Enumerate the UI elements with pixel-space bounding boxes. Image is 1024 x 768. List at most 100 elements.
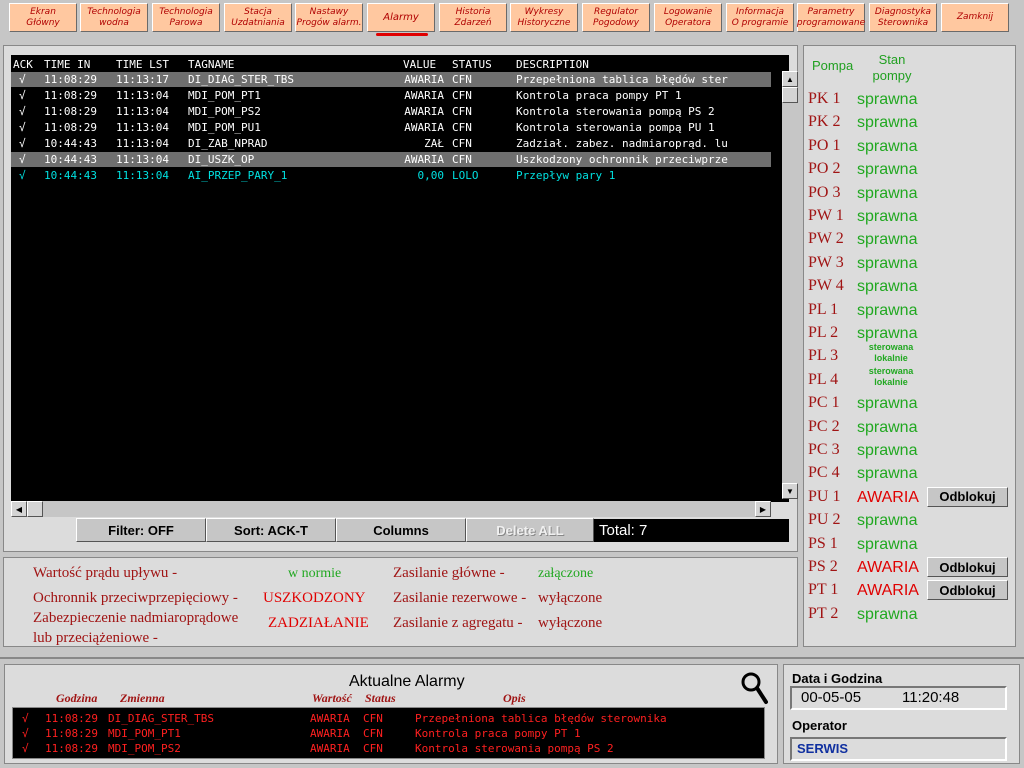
pump-name: PC 2: [808, 417, 840, 435]
nav-button-3[interactable]: Stacja Uzdatniania: [224, 3, 292, 32]
alarm-cell-description: Uszkodzony ochronnik przeciwprze: [516, 153, 728, 166]
unlock-button[interactable]: Odblokuj: [927, 557, 1008, 577]
nav-button-7[interactable]: Wykresy Historyczne: [510, 3, 578, 32]
nav-button-4[interactable]: Nastawy Progów alarm.: [295, 3, 363, 32]
datetime-label: Data i Godzina: [792, 671, 883, 686]
alarm-list[interactable]: ACK TIME IN TIME LST TAGNAME VALUE STATU…: [11, 55, 799, 502]
current-alarm-cell-time: 11:08:29: [45, 727, 98, 740]
active-tab-underline: [376, 33, 428, 36]
operator-name: SERWIS: [797, 741, 849, 756]
alarm-cell-description: Zadział. zabez. nadmiaroprąd. lu: [516, 137, 728, 150]
col-header-status[interactable]: STATUS: [452, 58, 492, 71]
ochronnik-label: Ochronnik przeciwprzepięciowy -: [33, 590, 238, 606]
alarm-row[interactable]: √ 10:44:43 11:13:04 AI_PRZEP_PARY_1 0,00 LOLO…: [11, 168, 771, 183]
alarm-cell-tagname: AI_PRZEP_PARY_1: [188, 169, 288, 182]
current-alarms-list[interactable]: √ 11:08:29 DI_DIAG_STER_TBS AWARIA CFN Przepe…: [12, 707, 765, 759]
alarm-cell-ack: √: [19, 169, 26, 182]
alarm-cell-tagname: MDI_POM_PS2: [188, 105, 261, 118]
pump-name: PW 2: [808, 230, 844, 248]
pump-state: AWARIA: [857, 582, 919, 600]
col-header-time-lst[interactable]: TIME LST: [116, 58, 169, 71]
nav-button-2[interactable]: Technologia Parowa: [152, 3, 220, 32]
alarm-row[interactable]: √ 11:08:29 11:13:04 MDI_POM_PU1 AWARIA CFN Kon…: [11, 120, 771, 135]
sort-button[interactable]: Sort: ACK-T: [206, 518, 336, 542]
col-header-tagname[interactable]: TAGNAME: [188, 58, 234, 71]
pump-name: PW 4: [808, 277, 844, 295]
alarm-cell-time-in: 11:08:29: [44, 105, 97, 118]
delete-all-button[interactable]: Delete ALL: [466, 518, 594, 542]
pump-state: sprawna: [857, 231, 918, 249]
nav-button-1[interactable]: Technologia wodna: [80, 3, 148, 32]
col-header-description[interactable]: DESCRIPTION: [516, 58, 589, 71]
pump-state: sprawna: [857, 418, 918, 436]
scroll-left-icon[interactable]: ◀: [11, 501, 27, 517]
vertical-scrollbar[interactable]: ▲ ▼: [782, 71, 799, 499]
filter-button[interactable]: Filter: OFF: [76, 518, 206, 542]
alarm-cell-tagname: MDI_POM_PU1: [188, 121, 261, 134]
nav-button-13[interactable]: Zamknij: [941, 3, 1009, 32]
unlock-button[interactable]: Odblokuj: [927, 580, 1008, 601]
alarm-row[interactable]: √ 11:08:29 11:13:04 MDI_POM_PT1 AWARIA CFN Kon…: [11, 88, 771, 103]
hscroll-thumb[interactable]: [27, 501, 43, 517]
nav-button-0[interactable]: Ekran Główny: [9, 3, 77, 32]
nav-button-11[interactable]: Parametry programowane: [797, 3, 865, 32]
ochronnik-value: USZKODZONY: [263, 590, 366, 606]
pump-state: sprawna: [857, 137, 918, 155]
zas-glowne-label: Zasilanie główne -: [393, 565, 505, 581]
pump-name: PL 3: [808, 347, 839, 365]
alarm-row[interactable]: √ 10:44:43 11:13:04 DI_ZAB_NPRAD ZAŁ CFN Zadzi…: [11, 136, 771, 151]
nav-button-5[interactable]: Alarmy: [367, 3, 435, 32]
alarm-cell-time-in: 11:08:29: [44, 73, 97, 86]
magnifier-icon[interactable]: [740, 671, 768, 705]
scroll-down-icon[interactable]: ▼: [782, 483, 798, 499]
zas-agr-label: Zasilanie z agregatu -: [393, 615, 523, 631]
pump-name: PO 1: [808, 136, 841, 154]
scroll-right-icon[interactable]: ▶: [755, 501, 771, 517]
alarm-cell-description: Kontrola praca pompy PT 1: [516, 89, 682, 102]
pump-name: PT 2: [808, 604, 839, 622]
alarm-row[interactable]: √ 11:08:29 11:13:17 DI_DIAG_STER_TBS AWARIA C…: [11, 72, 771, 87]
scroll-thumb[interactable]: [782, 87, 798, 103]
alarm-row[interactable]: √ 10:44:43 11:13:04 DI_USZK_OP AWARIA CFN Uszk…: [11, 152, 771, 167]
alarm-cell-time-in: 10:44:43: [44, 137, 97, 150]
nav-button-6[interactable]: Historia Zdarzeń: [439, 3, 507, 32]
nav-button-10[interactable]: Informacja O programie: [726, 3, 794, 32]
alarm-cell-time-in: 11:08:29: [44, 121, 97, 134]
scroll-up-icon[interactable]: ▲: [782, 71, 798, 87]
alarm-cell-status: CFN: [452, 105, 472, 118]
nav-button-8[interactable]: Regulator Pogodowy: [582, 3, 650, 32]
pump-name: PS 1: [808, 534, 838, 552]
unlock-button[interactable]: Odblokuj: [927, 486, 1008, 507]
alarm-cell-time-lst: 11:13:04: [116, 153, 169, 166]
alarm-row[interactable]: √ 11:08:29 11:13:04 MDI_POM_PS2 AWARIA CFN Kon…: [11, 104, 771, 119]
alarm-cell-description: Przepływ pary 1: [516, 169, 616, 182]
col-header-ack[interactable]: ACK: [13, 58, 33, 71]
alarm-cell-time-in: 10:44:43: [44, 153, 97, 166]
col-header-time-in[interactable]: TIME IN: [44, 58, 90, 71]
columns-button[interactable]: Columns: [336, 518, 466, 542]
pump-name: PK 1: [808, 90, 841, 107]
current-alarm-cell-status: CFN: [363, 742, 383, 755]
pump-state: sprawna: [857, 325, 918, 342]
alarm-cell-value: AWARIA: [404, 121, 444, 134]
alarm-cell-value: 0,00: [417, 169, 445, 182]
current-alarm-row[interactable]: √ 11:08:29 MDI_POM_PT1 AWARIA CFN Kontrola pr…: [13, 727, 764, 741]
pump-state: sprawna: [857, 254, 918, 272]
zabezp-label-1: Zabezpieczenie nadmiaroprądowe: [33, 610, 239, 626]
pump-header-state: Stan pompy: [872, 52, 912, 83]
pump-state: sprawna: [857, 395, 918, 413]
pump-name: PL 2: [808, 324, 839, 341]
nav-button-12[interactable]: Diagnostyka Sterownika: [869, 3, 937, 32]
current-alarm-row[interactable]: √ 11:08:29 DI_DIAG_STER_TBS AWARIA CFN Przepe…: [13, 712, 764, 726]
pump-name: PC 1: [808, 394, 840, 412]
col-header-value[interactable]: VALUE: [403, 58, 436, 71]
current-alarm-cell-value: AWARIA: [310, 712, 350, 725]
pump-name: PW 1: [808, 207, 844, 224]
pump-state: sprawna: [857, 301, 918, 319]
pump-name: PO 2: [808, 160, 841, 178]
prad-label: Wartość prądu upływu -: [33, 565, 178, 581]
current-alarm-row[interactable]: √ 11:08:29 MDI_POM_PS2 AWARIA CFN Kontrola st…: [13, 742, 764, 756]
date-value: 00-05-05: [801, 689, 862, 706]
horizontal-scrollbar[interactable]: ◀ ▶: [11, 501, 771, 517]
nav-button-9[interactable]: Logowanie Operatora: [654, 3, 722, 32]
